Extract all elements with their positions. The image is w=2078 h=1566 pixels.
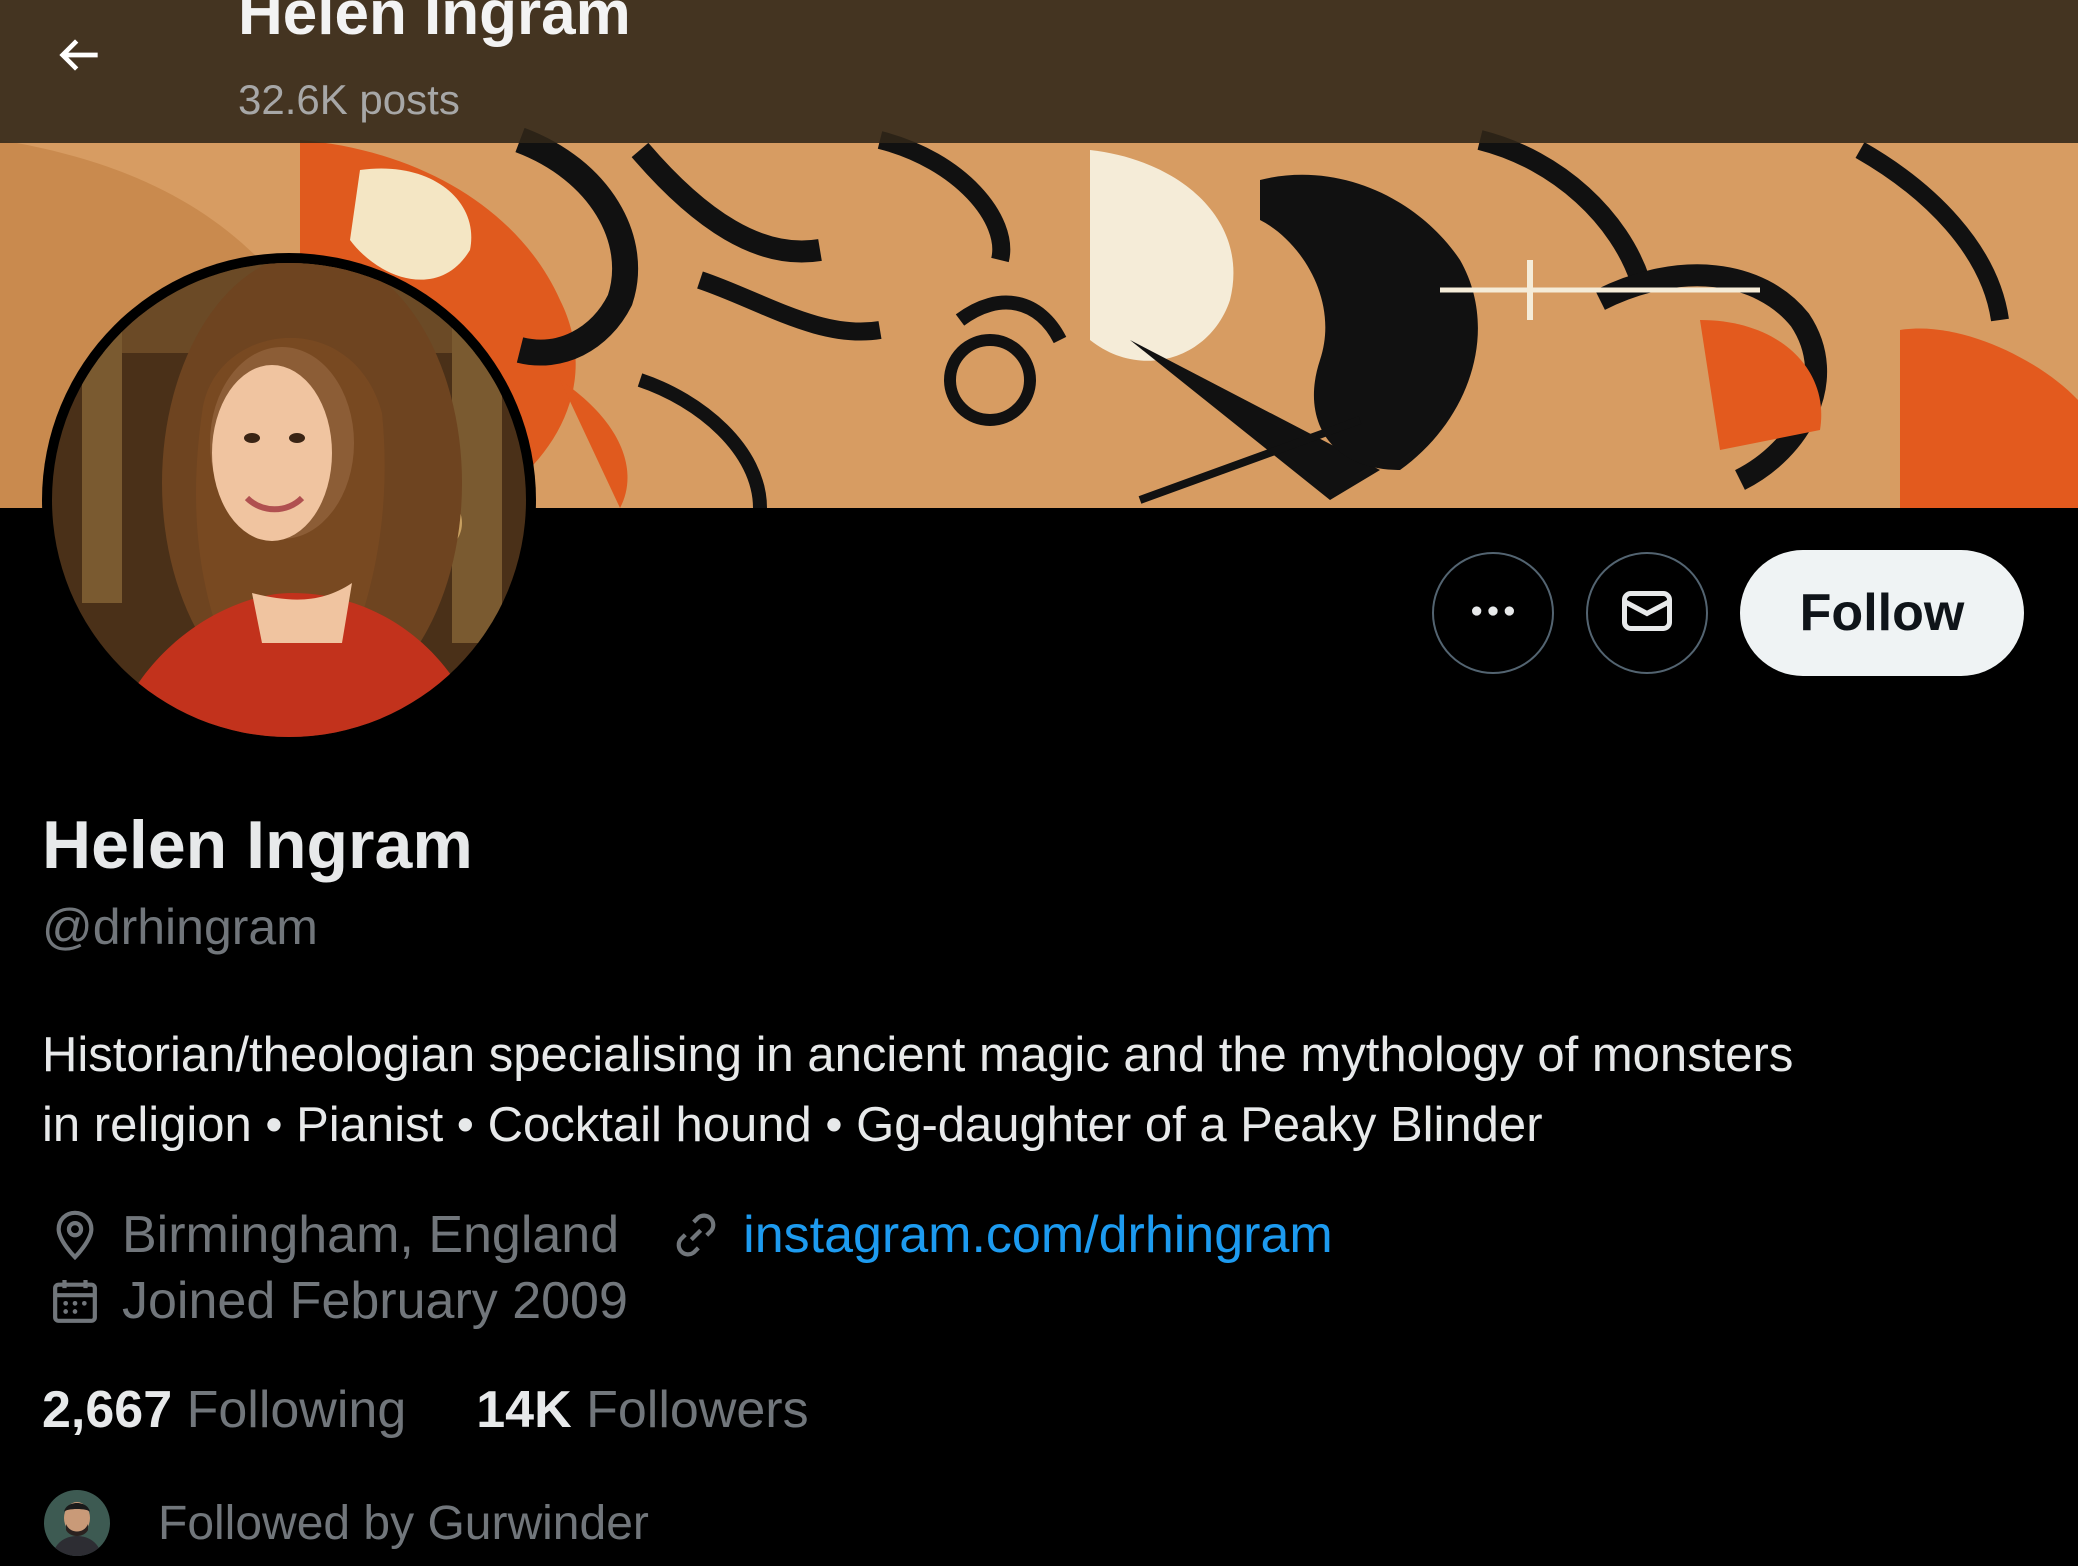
follow-button[interactable]: Follow: [1740, 550, 2024, 676]
back-button[interactable]: [38, 16, 120, 98]
more-icon: [1465, 583, 1521, 644]
location-icon: [42, 1202, 108, 1268]
profile-page: Helen Ingram 32.6K posts Follow Helen In…: [0, 0, 2078, 1566]
profile-meta-row: Birmingham, England instagram.com/drhing…: [42, 1202, 1333, 1268]
profile-website[interactable]: instagram.com/drhingram: [663, 1202, 1333, 1268]
followers-link[interactable]: 14K Followers: [476, 1380, 808, 1440]
profile-stats: 2,667 Following 14K Followers: [42, 1380, 879, 1440]
following-label: Following: [186, 1381, 407, 1439]
link-icon: [663, 1202, 729, 1268]
follower-avatar: [42, 1488, 112, 1558]
more-options-button[interactable]: [1432, 552, 1554, 674]
profile-joined-date: Joined February 2009: [122, 1272, 628, 1330]
website-link[interactable]: instagram.com/drhingram: [743, 1205, 1333, 1265]
bio-line: in religion • Pianist • Cocktail hound •…: [42, 1098, 1543, 1152]
profile-display-name: Helen Ingram: [42, 807, 473, 883]
followers-label: Followers: [586, 1381, 809, 1439]
profile-avatar[interactable]: [42, 253, 536, 747]
back-arrow-icon: [51, 27, 107, 88]
header-posts-count: 32.6K posts: [238, 76, 460, 123]
mail-icon: [1617, 581, 1677, 646]
profile-bio: Historian/theologian specialising in anc…: [42, 1020, 2042, 1160]
following-link[interactable]: 2,667 Following: [42, 1380, 406, 1440]
header-title: Helen Ingram: [238, 0, 631, 48]
top-header-bar: Helen Ingram 32.6K posts: [0, 0, 2078, 143]
avatar-photo: [52, 263, 526, 737]
bio-line: Historian/theologian specialising in anc…: [42, 1028, 1794, 1082]
profile-meta-row: Joined February 2009: [42, 1268, 628, 1334]
following-count: 2,667: [42, 1381, 173, 1439]
followed-by-text: Followed by Gurwinder: [158, 1496, 649, 1550]
message-button[interactable]: [1586, 552, 1708, 674]
profile-handle: @drhingram: [42, 899, 318, 955]
followers-count: 14K: [476, 1381, 572, 1439]
profile-location: Birmingham, England: [122, 1206, 620, 1264]
followed-by-link[interactable]: Followed by Gurwinder: [42, 1488, 649, 1558]
calendar-icon: [42, 1268, 108, 1334]
